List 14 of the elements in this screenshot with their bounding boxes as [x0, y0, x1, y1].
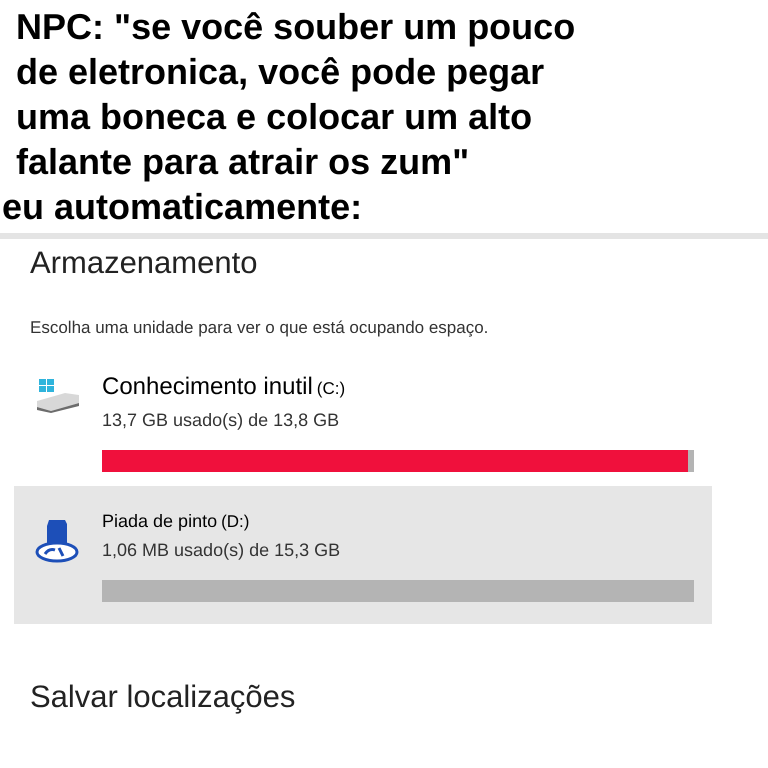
usage-text: 13,7 GB usado(s) de 13,8 GB	[102, 408, 340, 432]
caption-text: eu automaticamente:	[1, 185, 364, 229]
usage-text: 1,06 MB usado(s) de 15,3 GB	[102, 538, 342, 562]
drive-name: Piada de pinto	[102, 510, 218, 533]
drive-item[interactable]: Piada de pinto (D:) 1,06 MB usado(s) de 15,3 GB	[14, 486, 712, 624]
page-title: Armazenamento	[30, 244, 258, 282]
section-heading: Salvar localizações	[29, 678, 296, 716]
page-description: Escolha uma unidade para ver o que está ocupando espaço.	[30, 317, 490, 339]
drive-name: Conhecimento inutil	[102, 372, 313, 402]
drive-letter: (D:)	[221, 510, 250, 532]
caption-text: NPC: "se você souber um pouco de eletronica, você pode pegar uma boneca e colocar um alto falante para atrair os zum"	[16, 5, 576, 184]
sd-card-icon	[35, 518, 81, 564]
drive-icon	[35, 378, 81, 412]
drive-letter: (C:)	[316, 378, 346, 400]
